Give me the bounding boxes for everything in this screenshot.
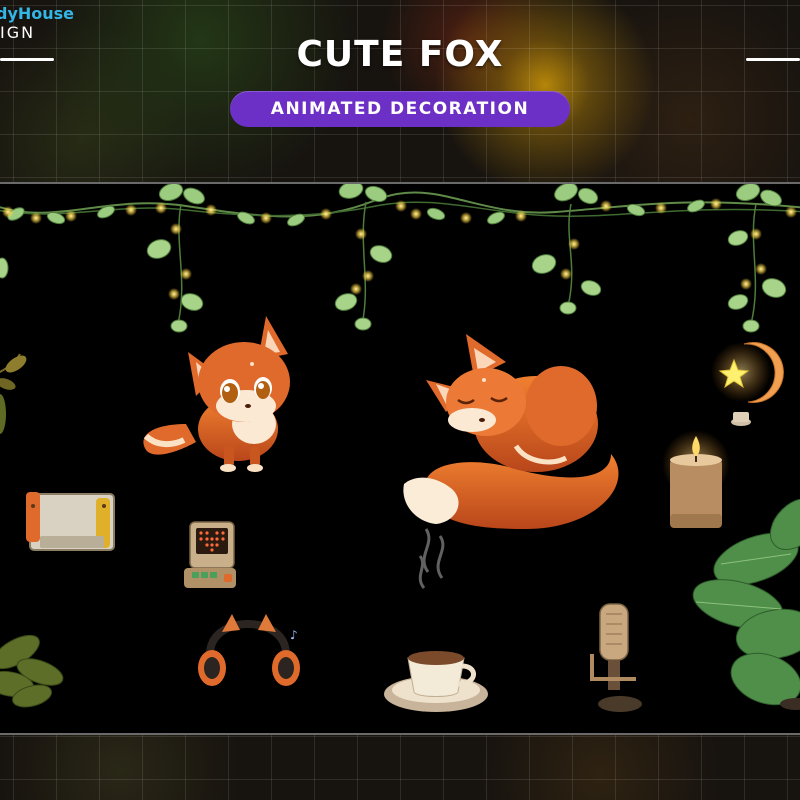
microphone-icon xyxy=(590,603,642,712)
preview-panel: ♪ xyxy=(0,182,800,735)
retro-gadget-icon xyxy=(184,521,236,588)
vine-garland-icon xyxy=(0,184,800,333)
brand-line-1: dyHouse xyxy=(0,4,75,23)
sleeping-fox-icon xyxy=(403,334,619,529)
side-plant-icon xyxy=(0,353,27,434)
coffee-cup-icon xyxy=(384,528,488,712)
cat-ear-headphones-icon: ♪ xyxy=(198,614,300,686)
page-title: CUTE FOX xyxy=(296,34,504,75)
sitting-fox-icon xyxy=(143,316,290,472)
moon-star-lamp-icon xyxy=(711,341,784,426)
decoration-scene: ♪ xyxy=(0,184,800,712)
candle-icon xyxy=(662,430,730,528)
svg-text:♪: ♪ xyxy=(290,628,298,642)
potted-plant-icon xyxy=(0,634,64,708)
game-console-icon xyxy=(26,492,115,551)
subtitle-badge: ANIMATED DECORATION xyxy=(230,91,570,127)
